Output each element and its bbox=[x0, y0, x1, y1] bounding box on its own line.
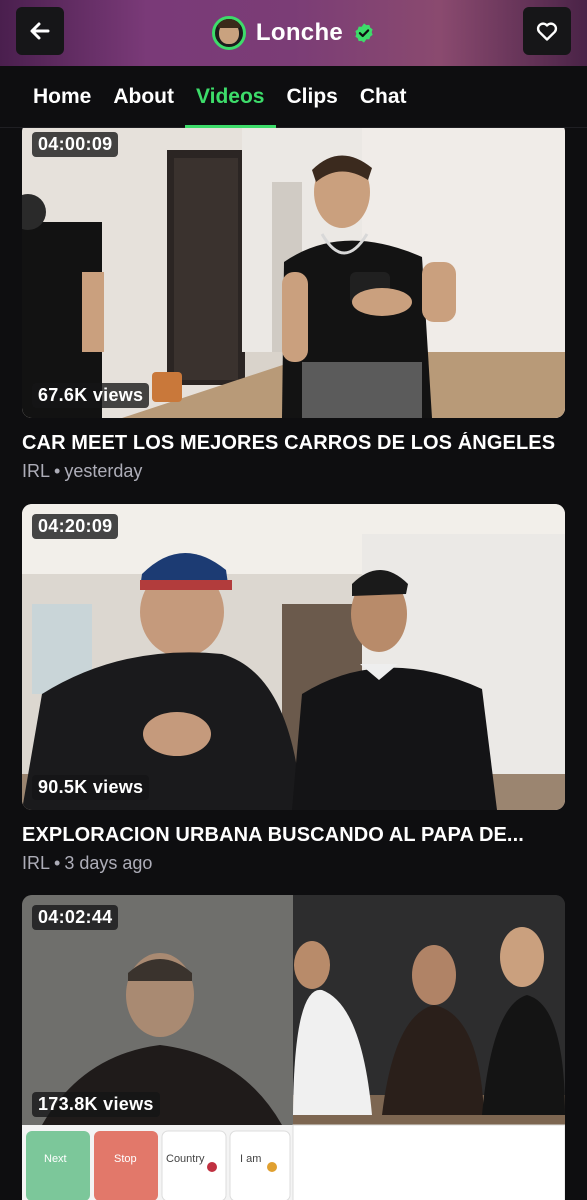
overlay-button-country: Country bbox=[166, 1153, 205, 1165]
video-meta: IRL • 3 days ago bbox=[22, 853, 565, 874]
tab-chat[interactable]: Chat bbox=[349, 66, 418, 128]
channel-tabs: Home About Videos Clips Chat bbox=[0, 66, 587, 129]
overlay-button-i-am: I am bbox=[240, 1153, 262, 1165]
thumbnail-image bbox=[22, 128, 565, 418]
thumbnail-image bbox=[22, 504, 565, 810]
arrow-left-icon bbox=[30, 22, 50, 40]
channel-header: Lonche bbox=[0, 0, 587, 66]
separator-dot: • bbox=[54, 853, 61, 873]
tab-clips[interactable]: Clips bbox=[276, 66, 349, 128]
video-duration: 04:20:09 bbox=[32, 514, 119, 539]
video-category[interactable]: IRL bbox=[22, 461, 50, 481]
heart-outline-icon bbox=[536, 22, 558, 41]
video-title[interactable]: CAR MEET LOS MEJORES CARROS DE LOS ÁNGEL… bbox=[22, 432, 565, 455]
video-views: 67.6K views bbox=[32, 383, 150, 408]
video-duration: 04:00:09 bbox=[32, 132, 119, 157]
favorite-button[interactable] bbox=[523, 7, 571, 55]
video-title[interactable]: EXPLORACION URBANA BUSCANDO AL PAPA DE..… bbox=[22, 824, 565, 847]
video-card[interactable]: 04:20:09 90.5K views EXPLORACION URBANA … bbox=[22, 504, 565, 874]
video-card[interactable]: 04:00:09 67.6K views CAR MEET LOS MEJORE… bbox=[22, 128, 565, 482]
video-meta: IRL • yesterday bbox=[22, 461, 565, 482]
video-time: 3 days ago bbox=[64, 853, 153, 873]
back-button[interactable] bbox=[16, 7, 64, 55]
verified-badge-icon bbox=[355, 23, 373, 43]
overlay-button-next: Next bbox=[44, 1153, 67, 1165]
video-list[interactable]: 04:00:09 67.6K views CAR MEET LOS MEJORE… bbox=[0, 128, 587, 1200]
channel-info[interactable]: Lonche bbox=[211, 16, 375, 50]
overlay-button-stop: Stop bbox=[114, 1153, 137, 1165]
video-thumbnail[interactable]: 04:20:09 90.5K views bbox=[22, 504, 565, 810]
video-thumbnail[interactable]: 04:00:09 67.6K views bbox=[22, 128, 565, 418]
video-views: 173.8K views bbox=[32, 1092, 160, 1117]
video-card[interactable]: Next Stop Country I am 04:02:44 173.8K v… bbox=[22, 895, 565, 1200]
avatar[interactable] bbox=[211, 16, 246, 50]
tab-about[interactable]: About bbox=[102, 66, 185, 128]
video-duration: 04:02:44 bbox=[32, 905, 119, 930]
video-time: yesterday bbox=[64, 461, 143, 481]
thumbnail-image bbox=[22, 895, 565, 1200]
video-views: 90.5K views bbox=[32, 775, 150, 800]
video-category[interactable]: IRL bbox=[22, 853, 50, 873]
channel-name: Lonche bbox=[255, 19, 344, 46]
video-thumbnail[interactable]: Next Stop Country I am 04:02:44 173.8K v… bbox=[22, 895, 565, 1200]
separator-dot: • bbox=[54, 461, 61, 481]
tab-home[interactable]: Home bbox=[22, 66, 102, 128]
tab-videos[interactable]: Videos bbox=[185, 66, 276, 129]
